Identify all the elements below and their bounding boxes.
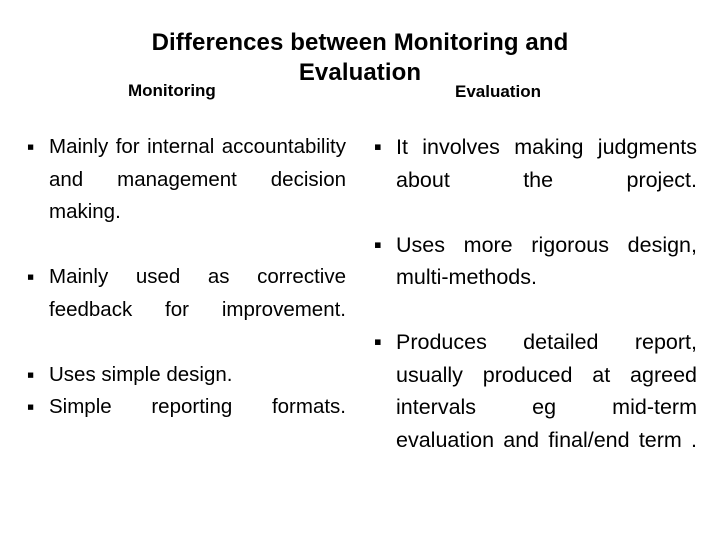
list-item: ▪ Uses more rigorous design, multi-metho… — [371, 229, 697, 327]
list-item: ▪ Simple reporting formats. — [24, 391, 346, 456]
list-item-text: Mainly for internal accountability and m… — [49, 135, 346, 223]
column-header-evaluation: Evaluation — [455, 82, 541, 101]
list-item: ▪ Mainly used as corrective feedback for… — [24, 261, 346, 359]
list-item: ▪ Produces detailed report, usually prod… — [371, 326, 697, 489]
column-header-monitoring: Monitoring — [128, 81, 216, 100]
slide-canvas: Differences between Monitoring and Evalu… — [0, 0, 720, 540]
square-bullet-icon: ▪ — [374, 140, 382, 153]
title-line-1: Differences between Monitoring and — [151, 29, 569, 56]
square-bullet-icon: ▪ — [27, 270, 35, 283]
list-item-text: Uses simple design. — [49, 362, 233, 386]
evaluation-bullet-list: ▪ It involves making judgments about the… — [371, 131, 697, 489]
list-item: ▪ Mainly for internal accountability and… — [24, 131, 346, 261]
list-item-text: Uses more rigorous design, multi-methods… — [396, 232, 697, 290]
slide-title: Differences between Monitoring and Evalu… — [60, 28, 660, 88]
square-bullet-icon: ▪ — [27, 367, 35, 381]
list-item-text: Mainly used as corrective feedback for i… — [49, 265, 346, 321]
list-item: ▪ Uses simple design. — [24, 359, 346, 392]
list-item-text: It involves making judgments about the p… — [396, 135, 697, 192]
monitoring-column: ▪ Mainly for internal accountability and… — [24, 131, 346, 456]
list-item-text: Produces detailed report, usually produc… — [396, 330, 697, 452]
monitoring-bullet-list: ▪ Mainly for internal accountability and… — [24, 131, 346, 456]
list-item: ▪ It involves making judgments about the… — [371, 131, 697, 229]
evaluation-column: ▪ It involves making judgments about the… — [371, 131, 697, 489]
square-bullet-icon: ▪ — [27, 140, 35, 153]
square-bullet-icon: ▪ — [374, 335, 382, 348]
square-bullet-icon: ▪ — [27, 400, 35, 413]
square-bullet-icon: ▪ — [374, 237, 382, 251]
list-item-text: Simple reporting formats. — [49, 395, 346, 418]
